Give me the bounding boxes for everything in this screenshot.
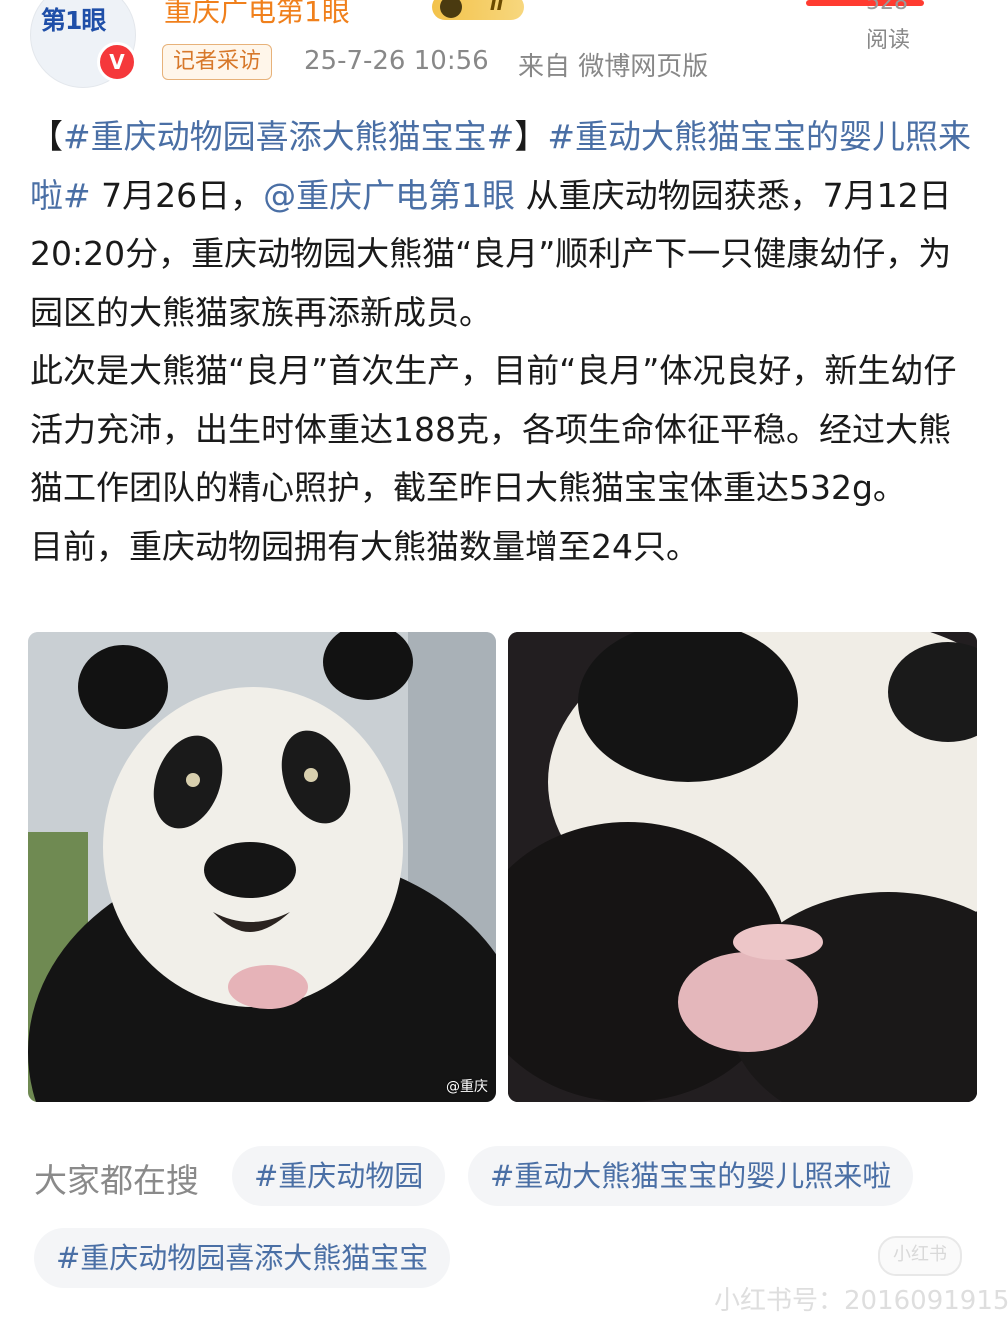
hashtag-link-zoo-panda-baby[interactable]: #重庆动物园喜添大熊猫宝宝#	[63, 117, 514, 156]
reads-label: 阅读	[866, 28, 911, 53]
post-paragraph-1: 【#重庆动物园喜添大熊猫宝宝#】#重动大熊猫宝宝的婴儿照来啦# 7月26日，@重…	[30, 108, 978, 342]
user-level-badge: II	[432, 0, 524, 20]
post-body: 【#重庆动物园喜添大熊猫宝宝#】#重动大熊猫宝宝的婴儿照来啦# 7月26日，@重…	[30, 108, 978, 576]
trending-chip-chongqing-zoo[interactable]: #重庆动物园	[232, 1146, 446, 1206]
user-name[interactable]: 重庆广电第1眼	[164, 0, 350, 30]
level-star-icon	[440, 0, 462, 18]
xiaohongshu-watermark-logo: 小红书	[878, 1236, 962, 1276]
post-timestamp: 25-7-26 10:56	[304, 46, 489, 76]
bracket-open: 【	[30, 117, 63, 156]
avatar-logo-text: 第1眼	[41, 6, 106, 35]
panda-cub-closeup-image	[508, 632, 977, 1102]
reads-count: 528	[866, 0, 908, 15]
mention-link[interactable]: @重庆广电第1眼	[263, 176, 515, 215]
trending-chip-baby-photos[interactable]: #重动大熊猫宝宝的婴儿照来啦	[468, 1146, 914, 1206]
trending-search-label: 大家都在搜	[34, 1161, 199, 1200]
post-paragraph-2: 此次是大熊猫“良月”首次生产，目前“良月”体况良好，新生幼仔活力充沛，出生时体重…	[30, 351, 957, 507]
bracket-close: 】	[514, 117, 548, 156]
image-watermark: @重庆	[446, 1079, 488, 1095]
post-paragraph-3: 目前，重庆动物园拥有大熊猫数量增至24只。	[30, 526, 699, 566]
journalist-interview-tag: 记者采访	[162, 44, 273, 80]
post-header: 第1眼 V 重庆广电第1眼 II 528 阅读 记者采访 25-7-26 10:…	[0, 0, 1008, 100]
post-source: 来自 微博网页版	[518, 52, 709, 82]
verified-badge-icon: V	[97, 42, 137, 82]
post-image-left[interactable]: @重庆	[28, 632, 496, 1102]
panda-mother-image	[28, 632, 496, 1102]
level-number: II	[490, 0, 504, 15]
post-date-text: 7月26日，	[90, 175, 264, 215]
xiaohongshu-watermark-id: 小红书号：2016091915	[714, 1286, 1008, 1316]
post-image-right[interactable]	[508, 632, 977, 1102]
trending-chip-zoo-panda-baby[interactable]: #重庆动物园喜添大熊猫宝宝	[34, 1228, 451, 1288]
